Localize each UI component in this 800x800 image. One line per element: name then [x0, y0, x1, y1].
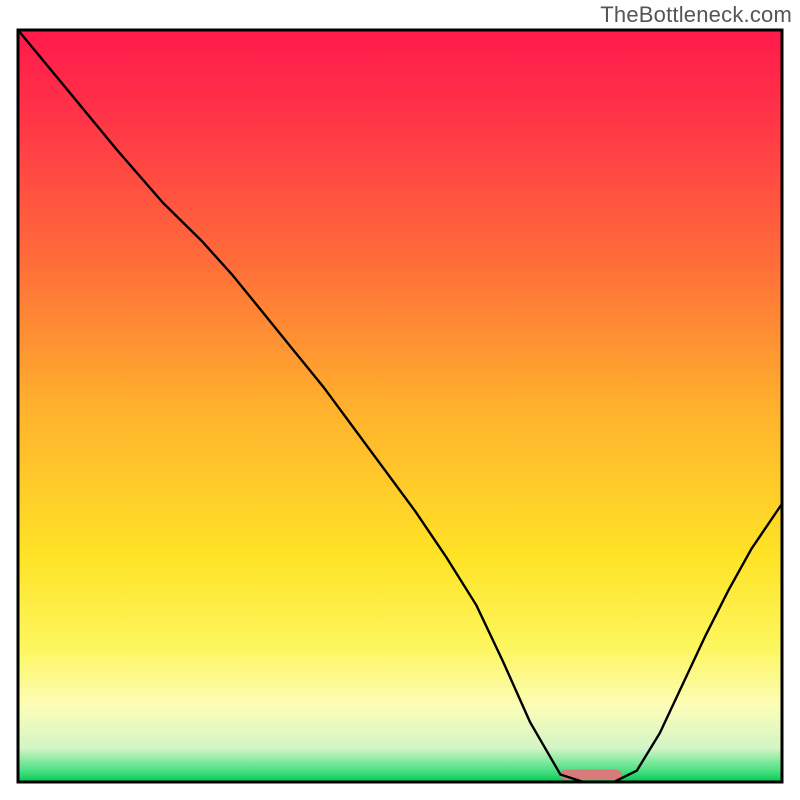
chart-container: TheBottleneck.com	[0, 0, 800, 800]
watermark-text: TheBottleneck.com	[600, 2, 792, 28]
bottleneck-chart	[0, 0, 800, 800]
chart-background	[18, 30, 782, 782]
